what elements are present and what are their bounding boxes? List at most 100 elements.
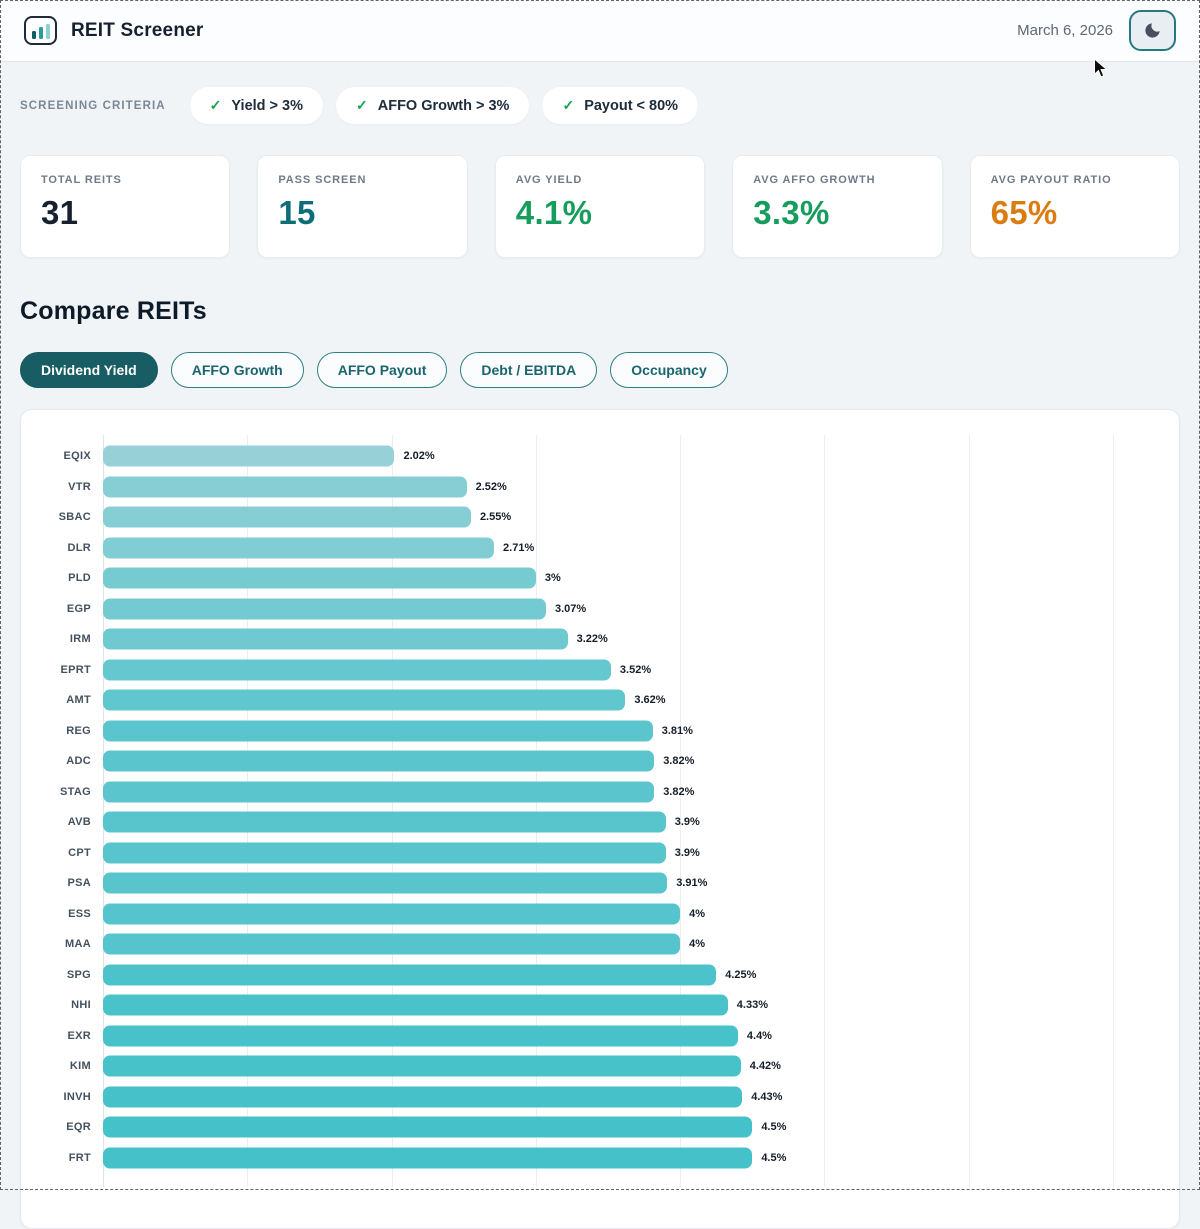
- theme-toggle-button[interactable]: [1129, 10, 1176, 51]
- ticker-label: SPG: [66, 968, 91, 981]
- app-header: REIT Screener March 6, 2026: [0, 0, 1200, 62]
- bar-track: 2.52%: [103, 472, 1165, 503]
- ticker-label: CPT: [68, 846, 91, 859]
- bar-value-label: 4.43%: [751, 1090, 783, 1103]
- bar-track: 3.82%: [103, 777, 1165, 808]
- bar-track: 4.25%: [103, 960, 1165, 991]
- yield-bar[interactable]: [103, 1025, 738, 1047]
- chart-row: EQIX 2.02%: [35, 441, 1165, 472]
- bar-track: 4.5%: [103, 1112, 1165, 1143]
- criteria-chip[interactable]: ✓ AFFO Growth > 3%: [336, 87, 530, 124]
- dividend-yield-chart-card: EQIX 2.02% VTR 2.52% SBAC 2.55% DLR 2.71% PLD 3% E…: [20, 409, 1180, 1229]
- yield-bar[interactable]: [103, 476, 467, 498]
- bar-track: 2.02%: [103, 441, 1165, 472]
- ticker-label: EPRT: [60, 663, 91, 676]
- yield-bar[interactable]: [103, 720, 653, 742]
- chart-row: MAA 4%: [35, 929, 1165, 960]
- yield-bar[interactable]: [103, 994, 728, 1016]
- bar-track: 4.43%: [103, 1082, 1165, 1113]
- ticker-label: KIM: [69, 1060, 91, 1073]
- yield-bar[interactable]: [103, 628, 568, 650]
- yield-bar[interactable]: [103, 689, 626, 711]
- bar-value-label: 3%: [544, 572, 561, 585]
- bar-track: 4%: [103, 929, 1165, 960]
- chart-row: ESS 4%: [35, 899, 1165, 930]
- yield-bar[interactable]: [103, 781, 655, 803]
- yield-bar[interactable]: [103, 903, 681, 925]
- tab-dividend-yield[interactable]: Dividend Yield: [20, 352, 158, 388]
- criteria-chip[interactable]: ✓ Payout < 80%: [542, 87, 699, 124]
- dividend-yield-bar-chart: EQIX 2.02% VTR 2.52% SBAC 2.55% DLR 2.71% PLD 3% E…: [35, 435, 1165, 1187]
- bar-track: 3.52%: [103, 655, 1165, 686]
- bar-track: 2.71%: [103, 533, 1165, 564]
- yield-bar[interactable]: [103, 598, 546, 620]
- ticker-label: MAA: [65, 938, 91, 951]
- chart-row: CPT 3.9%: [35, 838, 1165, 869]
- bar-value-label: 4.5%: [761, 1121, 787, 1134]
- tab-debt-ebitda[interactable]: Debt / EBITDA: [460, 352, 598, 388]
- ticker-label: AVB: [67, 816, 91, 829]
- bar-value-label: 4%: [689, 938, 706, 951]
- yield-bar[interactable]: [103, 537, 495, 559]
- yield-bar[interactable]: [103, 1116, 753, 1138]
- yield-bar[interactable]: [103, 1086, 743, 1108]
- stat-value: 15: [278, 194, 316, 231]
- bar-value-label: 2.52%: [475, 480, 507, 493]
- ticker-label: DLR: [67, 541, 91, 554]
- chart-row: STAG 3.82%: [35, 777, 1165, 808]
- bar-track: 3.22%: [103, 624, 1165, 655]
- yield-bar[interactable]: [103, 659, 611, 681]
- bar-value-label: 4.33%: [736, 999, 768, 1012]
- stat-value: 65%: [990, 194, 1058, 231]
- yield-bar[interactable]: [103, 964, 717, 986]
- yield-bar[interactable]: [103, 933, 681, 955]
- yield-bar[interactable]: [103, 445, 395, 467]
- bar-track: 3.07%: [103, 594, 1165, 625]
- metric-tabs: Dividend Yield AFFO Growth AFFO Payout Debt…: [20, 352, 1180, 388]
- chart-row: REG 3.81%: [35, 716, 1165, 747]
- stat-label: AVG YIELD: [515, 174, 583, 186]
- ticker-label: FRT: [68, 1151, 91, 1164]
- chart-row: FRT 4.5%: [35, 1143, 1165, 1174]
- yield-bar[interactable]: [103, 1055, 741, 1077]
- ticker-label: EQR: [66, 1121, 91, 1134]
- chart-row: SBAC 2.55%: [35, 502, 1165, 533]
- tab-affo-payout[interactable]: AFFO Payout: [316, 352, 448, 388]
- yield-bar[interactable]: [103, 1147, 753, 1169]
- tab-affo-growth[interactable]: AFFO Growth: [170, 352, 304, 388]
- stat-value: 3.3%: [753, 194, 830, 231]
- ticker-label: INVH: [63, 1090, 91, 1103]
- tab-occupancy[interactable]: Occupancy: [610, 352, 728, 388]
- chart-row: INVH 4.43%: [35, 1082, 1165, 1113]
- screening-criteria-label: SCREENING CRITERIA: [20, 99, 166, 112]
- chart-row: ADC 3.82%: [35, 746, 1165, 777]
- ticker-label: SBAC: [58, 511, 91, 524]
- yield-bar[interactable]: [103, 567, 536, 589]
- criteria-chip[interactable]: ✓ Yield > 3%: [189, 87, 323, 124]
- yield-bar[interactable]: [103, 811, 666, 833]
- yield-bar[interactable]: [103, 750, 655, 772]
- yield-bar[interactable]: [103, 506, 471, 528]
- chart-row: AVB 3.9%: [35, 807, 1165, 838]
- stat-card: AVG AFFO GROWTH 3.3%: [732, 155, 943, 258]
- bar-value-label: 4.5%: [761, 1151, 787, 1164]
- stat-label: TOTAL REITS: [41, 174, 122, 186]
- stat-card: TOTAL REITS 31: [20, 155, 231, 258]
- bar-track: 3.62%: [103, 685, 1165, 716]
- chart-rows: EQIX 2.02% VTR 2.52% SBAC 2.55% DLR 2.71% PLD 3% E…: [35, 441, 1165, 1173]
- ticker-label: PLD: [68, 572, 91, 585]
- stat-card: PASS SCREEN 15: [257, 155, 468, 258]
- bar-track: 3.82%: [103, 746, 1165, 777]
- criteria-chip-label: AFFO Growth > 3%: [377, 97, 510, 114]
- chart-row: EGP 3.07%: [35, 594, 1165, 625]
- chart-row: DLR 2.71%: [35, 533, 1165, 564]
- bar-track: 3%: [103, 563, 1165, 594]
- yield-bar[interactable]: [103, 872, 668, 894]
- stat-label: AVG PAYOUT RATIO: [990, 174, 1112, 186]
- ticker-label: ESS: [68, 907, 91, 920]
- ticker-label: NHI: [71, 999, 91, 1012]
- yield-bar[interactable]: [103, 842, 666, 864]
- check-icon: ✓: [356, 97, 368, 113]
- ticker-label: AMT: [66, 694, 91, 707]
- bar-track: 3.81%: [103, 716, 1165, 747]
